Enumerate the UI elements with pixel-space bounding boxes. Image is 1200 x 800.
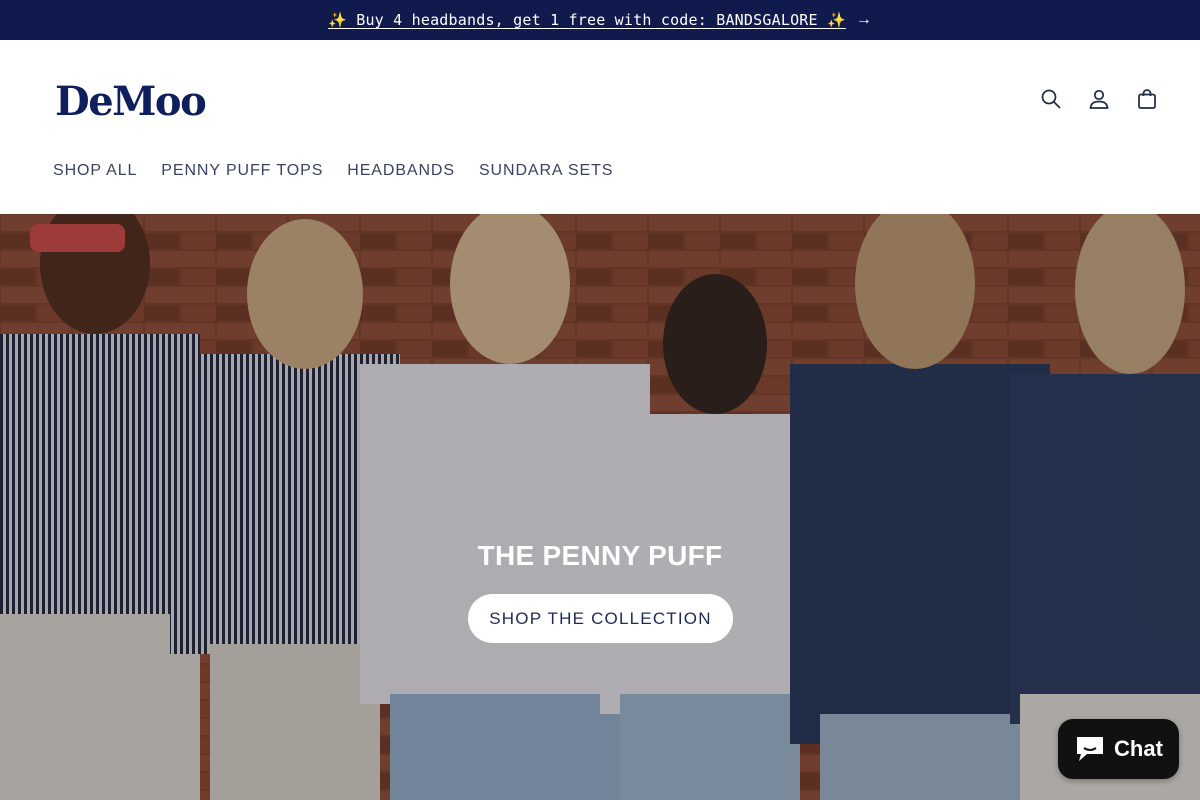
announcement-link[interactable]: ✨ Buy 4 headbands, get 1 free with code:…	[328, 11, 846, 29]
hero-overlay	[0, 214, 1200, 800]
nav-item-sundara-sets[interactable]: SUNDARA SETS	[467, 159, 625, 183]
announcement-bar: ✨ Buy 4 headbands, get 1 free with code:…	[0, 0, 1200, 40]
hero-title: THE PENNY PUFF	[477, 540, 723, 571]
nav-item-shop-all[interactable]: SHOP ALL	[41, 159, 149, 183]
chat-bubble-icon	[1077, 737, 1104, 761]
main-nav: SHOP ALL PENNY PUFF TOPS HEADBANDS SUNDA…	[41, 159, 625, 183]
nav-item-headbands[interactable]: HEADBANDS	[335, 159, 467, 183]
logo[interactable]: DeMoo	[55, 78, 207, 125]
arrow-right-icon[interactable]: →	[856, 11, 872, 29]
nav-item-penny-puff-tops[interactable]: PENNY PUFF TOPS	[149, 159, 335, 183]
cart-icon[interactable]	[1134, 85, 1160, 113]
shop-collection-button[interactable]: SHOP THE COLLECTION	[468, 594, 733, 643]
search-icon[interactable]	[1038, 85, 1064, 113]
site-header: DeMoo SHOP ALL PENNY PUFF TOPS HEADBANDS…	[0, 40, 1200, 214]
hero-banner: THE PENNY PUFF SHOP THE COLLECTION	[0, 214, 1200, 800]
chat-button[interactable]: Chat	[1058, 719, 1179, 779]
account-icon[interactable]	[1086, 85, 1112, 113]
chat-label: Chat	[1114, 736, 1163, 761]
header-icons	[1038, 85, 1160, 113]
